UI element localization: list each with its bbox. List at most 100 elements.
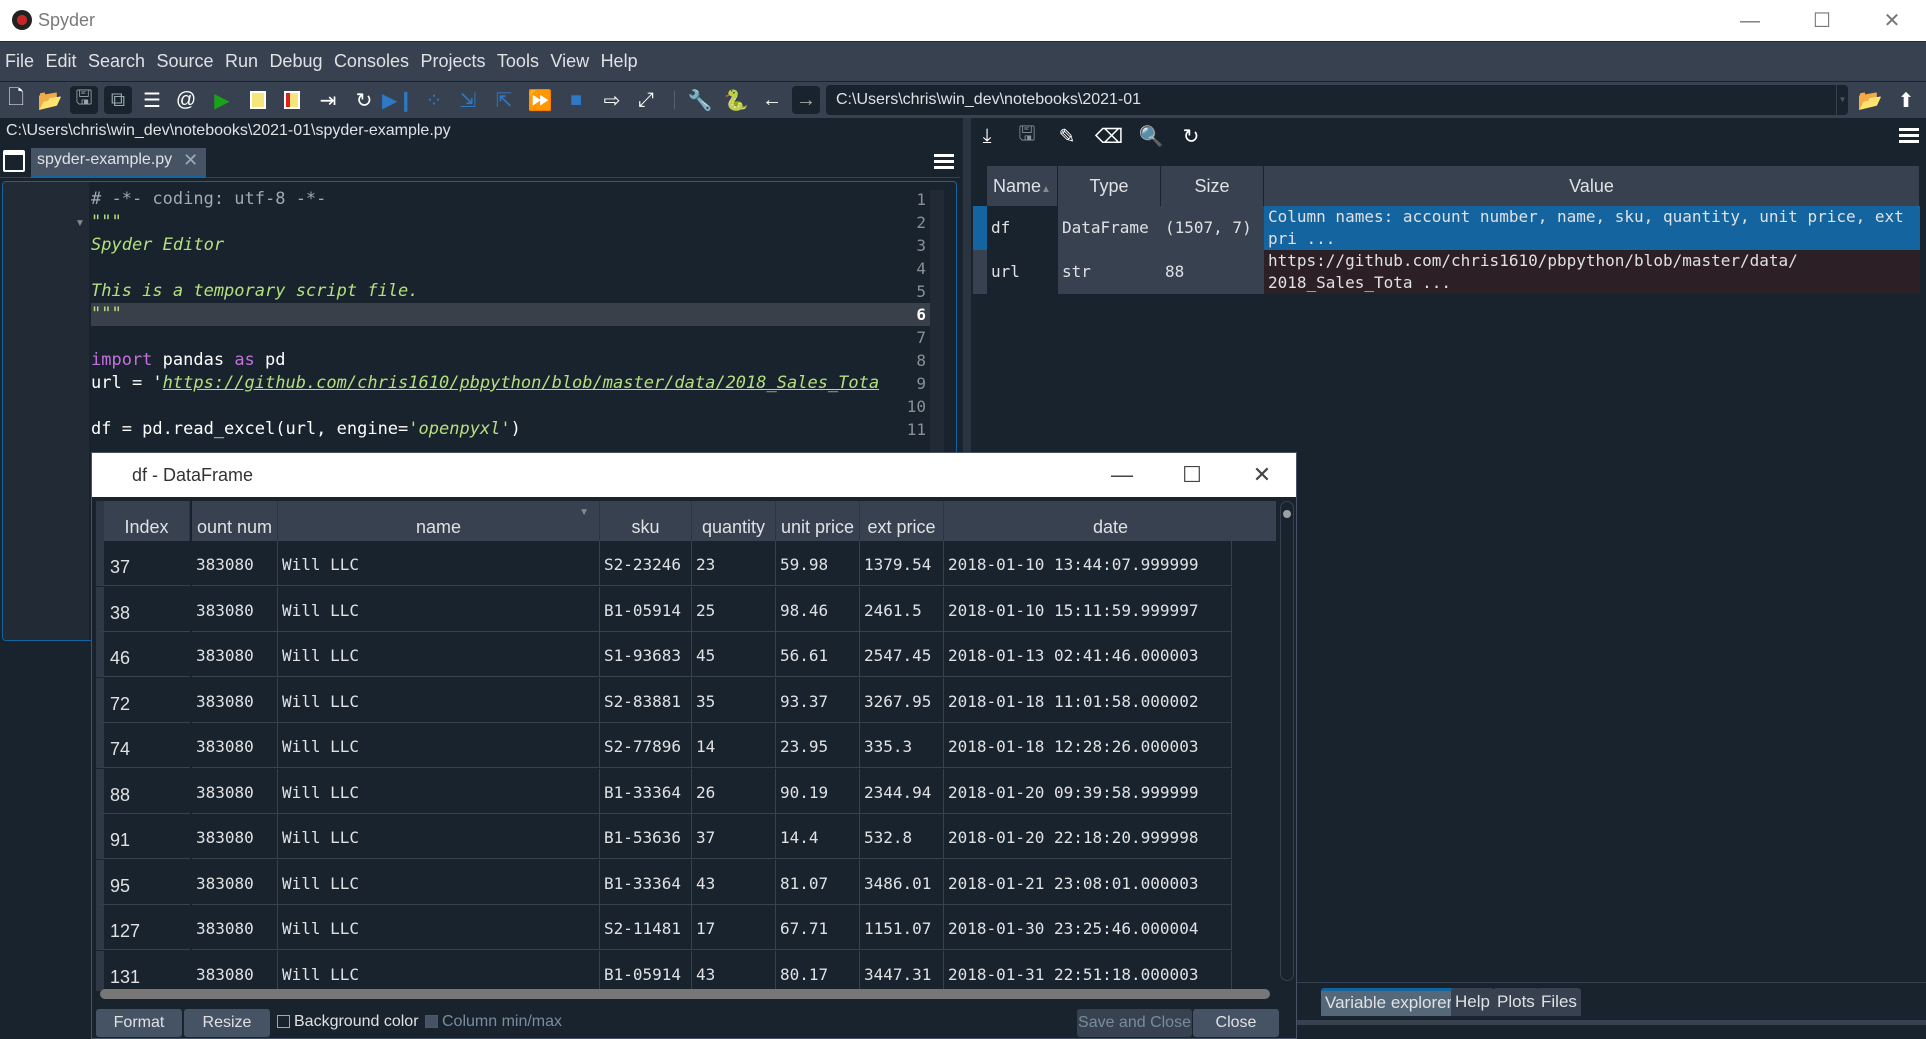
menu-projects[interactable]: Projects <box>415 42 487 72</box>
search-icon[interactable]: 🔍 <box>1137 122 1165 150</box>
account-number-cell[interactable]: 383080 <box>192 541 278 586</box>
grid-vertical-scrollbar[interactable] <box>1280 501 1294 981</box>
date-cell[interactable]: 2018-01-30 23:25:46.000004 <box>944 905 1232 950</box>
column-header-sku[interactable]: sku <box>600 501 692 541</box>
menu-tools[interactable]: Tools <box>492 42 541 72</box>
sku-cell[interactable]: B1-53636 <box>600 814 692 859</box>
run-cell-advance-icon[interactable] <box>278 86 306 114</box>
python-path-icon[interactable]: 🐍 <box>722 86 750 114</box>
quantity-cell[interactable]: 37 <box>692 814 776 859</box>
minimize-button[interactable]: — <box>1720 6 1780 36</box>
ext-price-cell[interactable]: 2344.94 <box>860 768 944 814</box>
background-color-checkbox[interactable]: Background color <box>277 1013 419 1031</box>
date-cell[interactable]: 2018-01-13 02:41:46.000003 <box>944 632 1232 677</box>
sku-cell[interactable]: S2-11481 <box>600 905 692 950</box>
column-header-type[interactable]: Type <box>1058 166 1161 206</box>
variable-name-cell[interactable]: df <box>987 206 1058 250</box>
ext-price-cell[interactable]: 335.3 <box>860 723 944 768</box>
sku-cell[interactable]: S2-77896 <box>600 723 692 768</box>
tab-help[interactable]: Help <box>1451 988 1494 1016</box>
save-as-icon[interactable]: ✎ <box>1053 122 1081 150</box>
column-header-ext-price[interactable]: ext price <box>860 501 944 541</box>
quantity-cell[interactable]: 25 <box>692 586 776 632</box>
quantity-cell[interactable]: 35 <box>692 677 776 723</box>
name-cell[interactable]: Will LLC <box>278 723 600 768</box>
name-cell[interactable]: Will LLC <box>278 859 600 905</box>
close-tab-icon[interactable]: ✕ <box>183 150 198 171</box>
step-return-icon[interactable]: ⇱ <box>490 86 518 114</box>
maximize-pane-icon[interactable]: ⇨ <box>598 86 626 114</box>
column-header-size[interactable]: Size <box>1161 166 1264 206</box>
name-cell[interactable]: Will LLC <box>278 814 600 859</box>
step-icon[interactable]: ⁘ <box>420 86 448 114</box>
checkbox-box[interactable] <box>277 1015 290 1028</box>
quantity-cell[interactable]: 14 <box>692 723 776 768</box>
menu-file[interactable]: File <box>0 42 36 72</box>
forward-icon[interactable]: → <box>792 86 820 114</box>
row-index-cell[interactable]: 127 <box>96 905 190 950</box>
maximize-button[interactable]: ☐ <box>1792 6 1852 36</box>
ext-price-cell[interactable]: 3447.31 <box>860 950 944 991</box>
run-selection-icon[interactable]: ⇥ <box>314 86 342 114</box>
column-header-date[interactable]: date <box>944 501 1276 541</box>
column-header-name[interactable]: Name▲ <box>987 166 1058 206</box>
row-index-cell[interactable]: 72 <box>96 677 190 723</box>
account-number-cell[interactable]: 383080 <box>192 950 278 991</box>
quantity-cell[interactable]: 23 <box>692 541 776 586</box>
account-number-cell[interactable]: 383080 <box>192 905 278 950</box>
scrollbar-thumb[interactable] <box>1283 510 1291 518</box>
open-file-icon[interactable]: 📂 <box>36 86 64 114</box>
table-row[interactable]: 46 383080 Will LLC S1-93683 45 56.61 2547.45 20… <box>96 632 1232 677</box>
date-cell[interactable]: 2018-01-18 11:01:58.000002 <box>944 677 1232 723</box>
row-index-cell[interactable]: 74 <box>96 723 190 768</box>
back-icon[interactable]: ← <box>758 86 786 114</box>
name-cell[interactable]: Will LLC <box>278 586 600 632</box>
row-index-cell[interactable]: 95 <box>96 859 190 905</box>
unit-price-cell[interactable]: 90.19 <box>776 768 860 814</box>
resize-button[interactable]: Resize <box>184 1009 270 1037</box>
format-button[interactable]: Format <box>96 1009 182 1037</box>
account-number-cell[interactable]: 383080 <box>192 768 278 814</box>
ext-price-cell[interactable]: 3486.01 <box>860 859 944 905</box>
table-row[interactable]: 131 383080 Will LLC B1-05914 43 80.17 3447.31 2… <box>96 950 1232 991</box>
variable-value-cell[interactable]: https://github.com/chris1610/pbpython/bl… <box>1264 250 1920 294</box>
quantity-cell[interactable]: 45 <box>692 632 776 677</box>
editor-tab-spyder-example[interactable]: spyder-example.py ✕ <box>31 148 207 178</box>
preferences-icon[interactable]: 🔧 <box>686 86 714 114</box>
date-cell[interactable]: 2018-01-10 13:44:07.999999 <box>944 541 1232 586</box>
quantity-cell[interactable]: 26 <box>692 768 776 814</box>
unit-price-cell[interactable]: 93.37 <box>776 677 860 723</box>
column-header-quantity[interactable]: quantity <box>692 501 776 541</box>
stop-icon[interactable]: ■ <box>562 86 590 114</box>
unit-price-cell[interactable]: 67.71 <box>776 905 860 950</box>
unit-price-cell[interactable]: 59.98 <box>776 541 860 586</box>
grid-horizontal-scrollbar[interactable] <box>100 989 1270 999</box>
rerun-icon[interactable]: ↻ <box>350 86 378 114</box>
dialog-maximize-button[interactable]: ☐ <box>1172 460 1212 490</box>
ext-price-cell[interactable]: 2461.5 <box>860 586 944 632</box>
column-header-name[interactable]: name ▼ <box>278 501 600 541</box>
column-header-unit-price[interactable]: unit price <box>776 501 860 541</box>
unit-price-cell[interactable]: 23.95 <box>776 723 860 768</box>
menu-view[interactable]: View <box>545 42 591 72</box>
account-number-cell[interactable]: 383080 <box>192 814 278 859</box>
date-cell[interactable]: 2018-01-20 22:18:20.999998 <box>944 814 1232 859</box>
date-cell[interactable]: 2018-01-20 09:39:58.999999 <box>944 768 1232 814</box>
menu-consoles[interactable]: Consoles <box>329 42 411 72</box>
date-cell[interactable]: 2018-01-31 22:51:18.000003 <box>944 950 1232 991</box>
index-header[interactable]: Index <box>96 501 190 541</box>
debug-icon[interactable]: ▶❙ <box>382 86 414 114</box>
account-number-cell[interactable]: 383080 <box>192 677 278 723</box>
tab-files[interactable]: Files <box>1537 988 1581 1016</box>
name-cell[interactable]: Will LLC <box>278 950 600 991</box>
row-index-cell[interactable]: 91 <box>96 814 190 859</box>
name-cell[interactable]: Will LLC <box>278 905 600 950</box>
quantity-cell[interactable]: 43 <box>692 859 776 905</box>
table-row[interactable]: 127 383080 Will LLC S2-11481 17 67.71 1151.07 2… <box>96 905 1232 950</box>
menu-edit[interactable]: Edit <box>40 42 78 72</box>
save-icon[interactable]: 🖫 <box>70 86 98 114</box>
account-number-cell[interactable]: 383080 <box>192 586 278 632</box>
sku-cell[interactable]: B1-33364 <box>600 859 692 905</box>
unit-price-cell[interactable]: 14.4 <box>776 814 860 859</box>
variable-explorer-options-icon[interactable] <box>1899 128 1919 144</box>
